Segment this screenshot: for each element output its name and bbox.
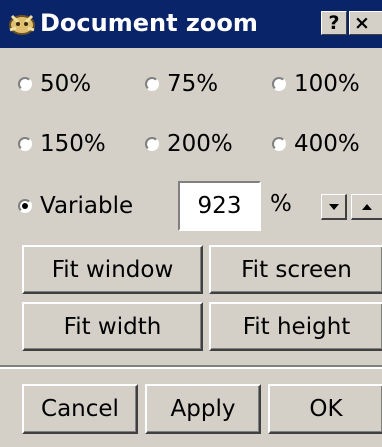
radio-icon[interactable] <box>145 137 159 151</box>
radio-icon[interactable] <box>145 77 159 91</box>
zoom-decrease-button[interactable] <box>321 194 347 220</box>
cancel-button[interactable]: Cancel <box>22 384 138 434</box>
percent-unit-label: % <box>270 191 292 217</box>
app-icon <box>9 14 35 35</box>
close-button[interactable]: × <box>349 11 382 35</box>
variable-label: Variable <box>40 193 134 219</box>
apply-button[interactable]: Apply <box>145 384 261 434</box>
help-button[interactable]: ? <box>321 11 347 35</box>
zoom-75-radio[interactable]: 75% <box>145 69 218 99</box>
zoom-75-label: 75% <box>167 71 219 97</box>
radio-icon[interactable] <box>272 77 286 91</box>
fit-screen-button[interactable]: Fit screen <box>209 245 382 294</box>
fit-width-button[interactable]: Fit width <box>22 302 203 351</box>
radio-icon[interactable] <box>272 137 286 151</box>
zoom-variable-radio[interactable]: Variable <box>18 191 133 221</box>
separator <box>0 365 382 369</box>
zoom-50-label: 50% <box>40 71 92 97</box>
fit-height-button[interactable]: Fit height <box>209 302 382 351</box>
zoom-100-radio[interactable]: 100% <box>272 69 360 99</box>
zoom-400-radio[interactable]: 400% <box>272 129 360 159</box>
zoom-150-label: 150% <box>40 131 106 157</box>
radio-icon[interactable] <box>18 137 32 151</box>
radio-checked-icon[interactable] <box>18 199 32 213</box>
zoom-value-input[interactable] <box>178 181 261 231</box>
zoom-100-label: 100% <box>294 71 360 97</box>
title-bar[interactable]: Document zoom ? × <box>0 0 382 48</box>
zoom-200-label: 200% <box>167 131 233 157</box>
zoom-increase-button[interactable] <box>351 194 382 220</box>
arrow-down-icon <box>328 203 339 210</box>
zoom-200-radio[interactable]: 200% <box>145 129 233 159</box>
arrow-up-icon <box>362 203 372 210</box>
ok-button[interactable]: OK <box>268 384 382 434</box>
fit-window-button[interactable]: Fit window <box>22 245 203 294</box>
zoom-50-radio[interactable]: 50% <box>18 69 91 99</box>
zoom-400-label: 400% <box>294 131 360 157</box>
window-title: Document zoom <box>40 9 258 37</box>
zoom-150-radio[interactable]: 150% <box>18 129 106 159</box>
radio-icon[interactable] <box>18 77 32 91</box>
